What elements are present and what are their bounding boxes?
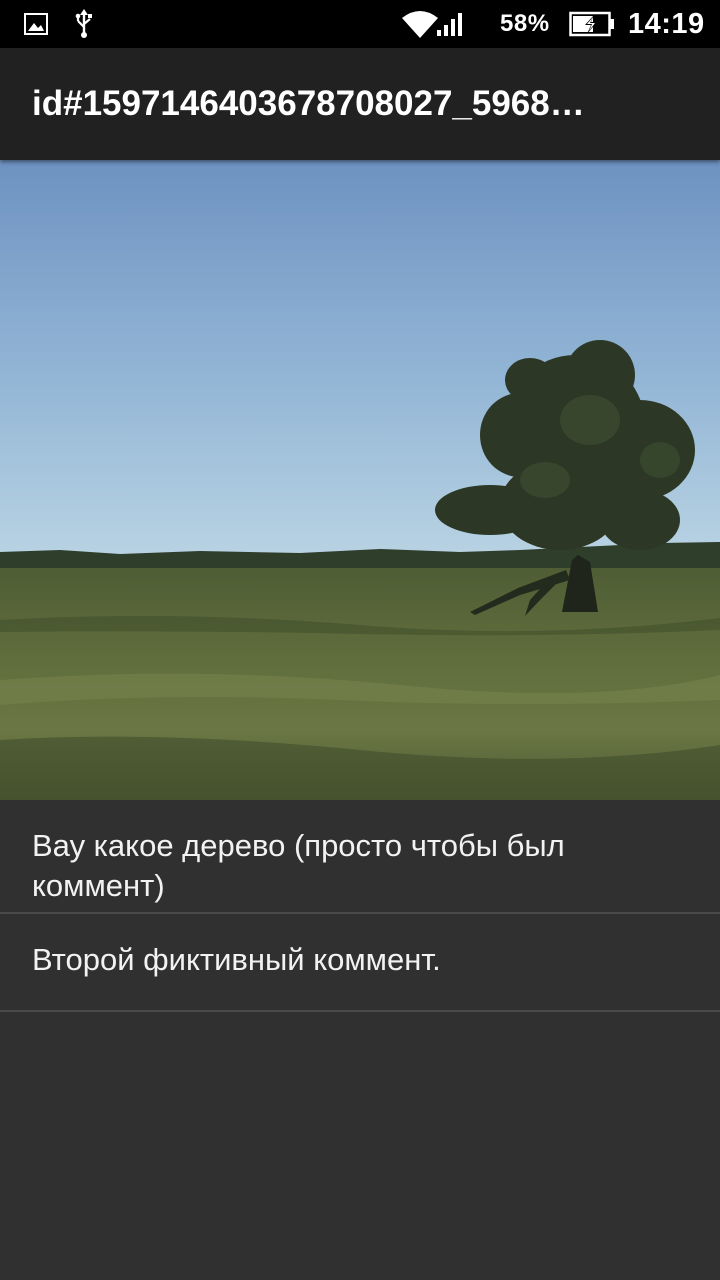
gallery-icon (22, 0, 50, 48)
landscape-photo[interactable] (0, 160, 720, 800)
page-title: id#1597146403678708027_5968… (32, 84, 585, 123)
usb-icon (70, 0, 98, 48)
wifi-icon (400, 0, 440, 48)
comment-item[interactable]: Вау какое дерево (просто чтобы был комме… (0, 800, 720, 914)
comment-text: Вау какое дерево (просто чтобы был комме… (32, 828, 565, 903)
app-bar: id#1597146403678708027_5968… (0, 48, 720, 160)
clock: 14:19 (628, 8, 705, 40)
signal-icon (436, 0, 466, 48)
battery-percent: 58% (500, 10, 550, 37)
status-bar: 58% 14:19 (0, 0, 720, 48)
battery-charging-icon (568, 0, 616, 48)
comment-item[interactable]: Второй фиктивный коммент. (0, 914, 720, 1012)
screen: 58% 14:19 id#1597146403678708027_5968… В… (0, 0, 720, 1280)
comment-text: Второй фиктивный коммент. (32, 942, 441, 977)
comment-list: Вау какое дерево (просто чтобы был комме… (0, 800, 720, 1012)
